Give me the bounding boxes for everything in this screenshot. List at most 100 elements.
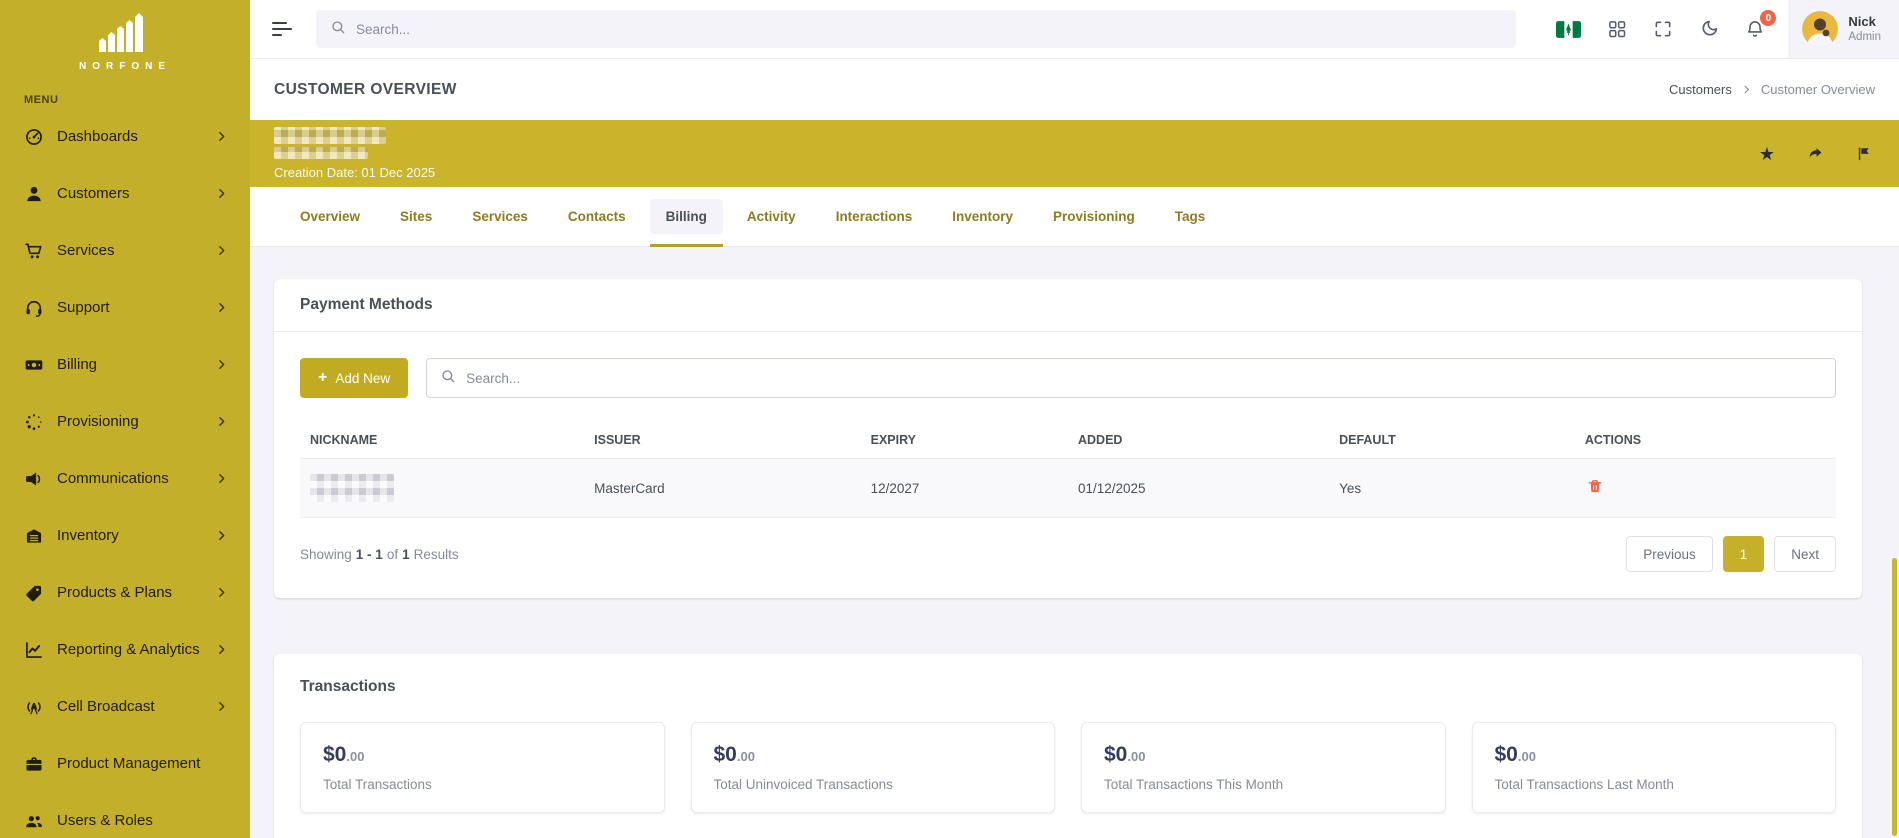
tab-label: Overview xyxy=(300,209,361,224)
tab[interactable]: Tags xyxy=(1159,199,1222,234)
bell-icon[interactable]: 0 xyxy=(1732,0,1778,58)
column-header[interactable]: ISSUER xyxy=(584,422,860,459)
hamburger-icon[interactable] xyxy=(272,22,296,36)
breadcrumb: Customers Customer Overview xyxy=(1669,82,1875,97)
cart-icon xyxy=(24,241,44,261)
sidebar-item-label: Billing xyxy=(57,356,98,373)
tab[interactable]: Contacts xyxy=(552,199,642,234)
sidebar: NORFONE MENU Dashboards Customers Servic… xyxy=(0,0,250,838)
star-icon[interactable]: ★ xyxy=(1759,145,1775,163)
share-icon[interactable] xyxy=(1807,145,1824,162)
user-icon xyxy=(24,184,44,204)
stat-card: $0.00 Total Transactions This Month xyxy=(1081,722,1446,813)
stat-cents: .00 xyxy=(346,749,365,764)
bar-towers-logo-icon xyxy=(99,12,151,57)
sidebar-item[interactable]: Support xyxy=(0,279,250,336)
breadcrumb-current: Customer Overview xyxy=(1760,82,1875,97)
user-menu[interactable]: Nick Admin xyxy=(1788,0,1899,58)
previous-page-button[interactable]: Previous xyxy=(1626,536,1713,572)
flag-icon[interactable] xyxy=(1543,0,1594,58)
archive-icon xyxy=(24,526,44,546)
sidebar-item[interactable]: Provisioning xyxy=(0,393,250,450)
sidebar-item-label: Support xyxy=(57,299,110,316)
add-new-button[interactable]: + Add New xyxy=(300,358,409,398)
transactions-stats: $0.00 Total Transactions $0.00 Total Uni… xyxy=(300,722,1836,813)
stat-card: $0.00 Total Transactions Last Month xyxy=(1471,722,1836,813)
customer-tabs: Overview Sites Services Contacts Billing… xyxy=(250,187,1899,247)
sidebar-item-label: Provisioning xyxy=(57,413,139,430)
payment-methods-search-input[interactable] xyxy=(466,370,1822,386)
tab[interactable]: Sites xyxy=(384,199,448,234)
cell-default: Yes xyxy=(1339,480,1362,496)
search-input[interactable] xyxy=(356,21,1502,37)
tab[interactable]: Overview xyxy=(284,199,376,234)
chevron-right-icon xyxy=(1741,84,1752,95)
delete-button[interactable] xyxy=(1585,476,1605,500)
global-search xyxy=(316,10,1516,48)
chevron-right-icon xyxy=(215,301,228,314)
column-header[interactable]: ACTIONS xyxy=(1575,422,1836,459)
fullscreen-icon[interactable] xyxy=(1640,0,1686,58)
column-header[interactable]: NICKNAME xyxy=(300,422,584,459)
user-name: Nick xyxy=(1848,13,1876,29)
payment-methods-header: Payment Methods xyxy=(274,279,1862,332)
tab[interactable]: Interactions xyxy=(820,199,929,234)
tab[interactable]: Provisioning xyxy=(1037,199,1151,234)
search-icon xyxy=(330,19,346,40)
stat-amount: $0 xyxy=(1494,743,1518,766)
content-area: Payment Methods + Add New Search... NICK… xyxy=(250,247,1899,838)
payment-methods-title: Payment Methods xyxy=(300,296,433,313)
page-1-button[interactable]: 1 xyxy=(1722,536,1765,572)
sidebar-item[interactable]: Dashboards xyxy=(0,108,250,165)
tab[interactable]: Inventory xyxy=(936,199,1029,234)
sidebar-item[interactable]: Services xyxy=(0,222,250,279)
tab-label: Contacts xyxy=(567,209,626,224)
sidebar-item[interactable]: Customers xyxy=(0,165,250,222)
notification-badge: 0 xyxy=(1760,10,1777,26)
sidebar-item[interactable]: Users & Roles xyxy=(0,792,250,838)
sidebar-item-label: Reporting & Analytics xyxy=(57,641,200,658)
table-header-row: NICKNAME ISSUER EXPIRY ADDED DEFAULT ACTIONS xyxy=(300,422,1836,459)
column-header[interactable]: DEFAULT xyxy=(1329,422,1575,459)
stat-amount: $0 xyxy=(1104,743,1128,766)
sidebar-item[interactable]: Reporting & Analytics xyxy=(0,621,250,678)
plus-icon: + xyxy=(318,369,328,386)
sidebar-item[interactable]: Inventory xyxy=(0,507,250,564)
app-window: NORFONE MENU Dashboards Customers Servic… xyxy=(0,0,1899,838)
tab[interactable]: Activity xyxy=(731,199,812,234)
cell-added: 01/12/2025 xyxy=(1077,480,1146,496)
transactions-card: Transactions $0.00 Total Transactions $0… xyxy=(274,654,1862,838)
brand-logo[interactable]: NORFONE xyxy=(0,0,250,72)
chevron-right-icon xyxy=(215,187,228,200)
users-icon xyxy=(24,811,44,831)
topbar: 0 Nick Admin xyxy=(250,0,1899,58)
broadcast-icon: A xyxy=(24,697,44,717)
page-title: CUSTOMER OVERVIEW xyxy=(274,80,457,98)
sidebar-item[interactable]: Communications xyxy=(0,450,250,507)
sidebar-item[interactable]: Product Management xyxy=(0,735,250,792)
stat-cents: .00 xyxy=(1127,749,1146,764)
tab[interactable]: Billing xyxy=(649,199,724,247)
sidebar-item[interactable]: Products & Plans xyxy=(0,564,250,621)
sidebar-item[interactable]: Billing xyxy=(0,336,250,393)
briefcase-icon xyxy=(24,754,44,774)
next-page-button[interactable]: Next xyxy=(1774,536,1836,572)
stat-label: Total Transactions Last Month xyxy=(1494,777,1674,792)
tab[interactable]: Services xyxy=(456,199,544,234)
search-icon xyxy=(440,368,456,389)
moon-icon[interactable] xyxy=(1686,0,1732,58)
chevron-right-icon xyxy=(215,529,228,542)
tab-label: Sites xyxy=(400,209,433,224)
apps-grid-icon[interactable] xyxy=(1594,0,1640,58)
scrollbar-thumb[interactable] xyxy=(1892,558,1897,836)
chevron-right-icon xyxy=(215,358,228,371)
column-header[interactable]: ADDED xyxy=(1068,422,1329,459)
column-header[interactable]: EXPIRY xyxy=(861,422,1068,459)
sidebar-item[interactable]: A Cell Broadcast xyxy=(0,678,250,735)
flag-marker-icon[interactable] xyxy=(1856,145,1873,162)
breadcrumb-customers-link[interactable]: Customers xyxy=(1669,82,1732,97)
gauge-icon xyxy=(24,127,44,147)
customer-banner-actions: ★ xyxy=(1759,145,1873,163)
chevron-right-icon xyxy=(215,244,228,257)
stat-cents: .00 xyxy=(1517,749,1536,764)
